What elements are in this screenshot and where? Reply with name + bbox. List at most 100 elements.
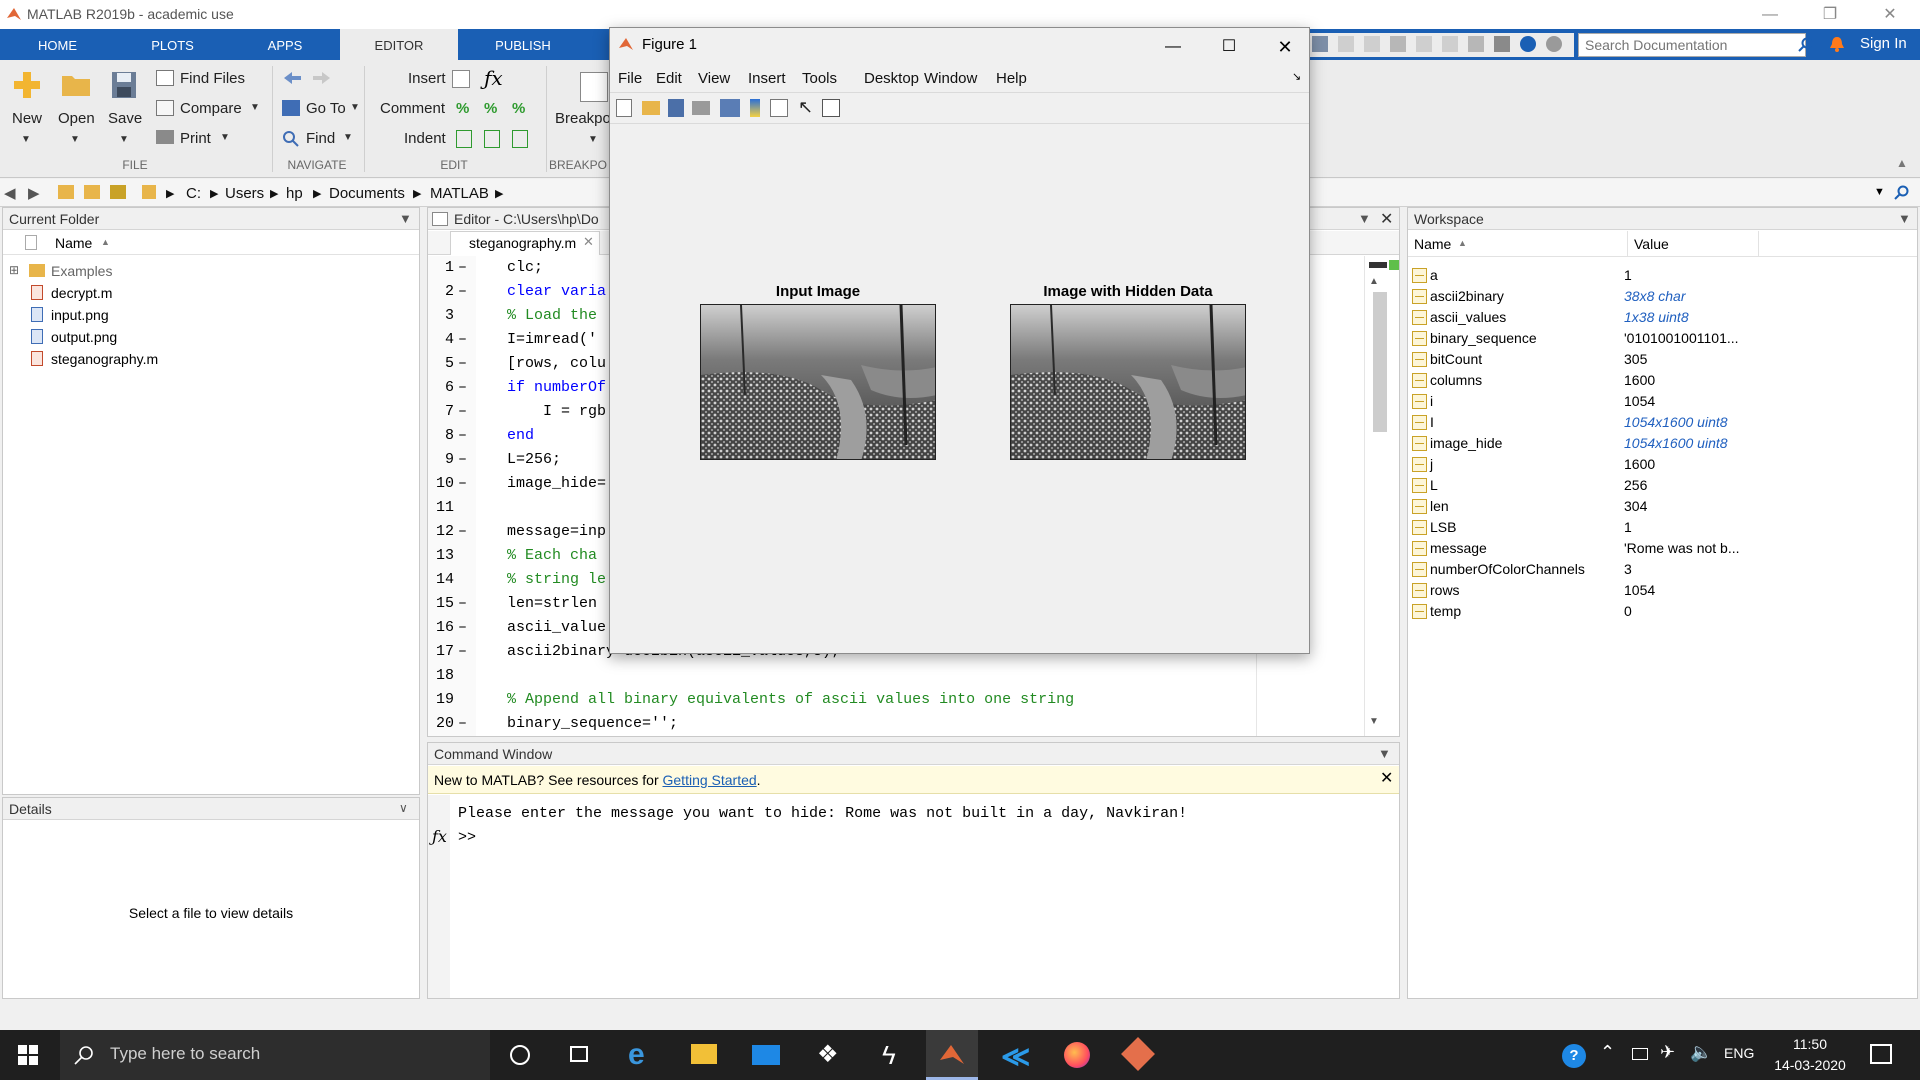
insert-legend-icon[interactable] (770, 99, 788, 117)
figure-menu-insert[interactable]: Insert (748, 70, 786, 87)
compare-dropdown-icon[interactable]: ▼ (250, 102, 260, 113)
uncomment-icon[interactable]: % (484, 100, 497, 117)
clock-date[interactable]: 14-03-2020 (1770, 1057, 1850, 1073)
workspace-value-header[interactable]: Value (1634, 236, 1669, 252)
print-dropdown-icon[interactable]: ▼ (220, 132, 230, 143)
windows-start-icon[interactable] (18, 1045, 38, 1065)
mail-icon[interactable] (740, 1030, 792, 1080)
input-image-plot[interactable] (700, 304, 936, 460)
workspace-variable-row[interactable]: image_hide 1054x1600 uint8 (1408, 433, 1917, 454)
breadcrumb-documents[interactable]: Documents (329, 185, 405, 202)
file-item-input[interactable]: input.png (3, 304, 109, 326)
breakpoint-marker[interactable]: – (458, 640, 467, 664)
link-plot-icon[interactable] (720, 99, 740, 117)
save-dropdown-icon[interactable]: ▼ (119, 134, 129, 145)
breakpoint-marker[interactable]: – (458, 472, 467, 496)
airplane-mode-icon[interactable]: ✈ (1660, 1042, 1675, 1063)
tab-close-icon[interactable]: ✕ (583, 234, 594, 250)
compare-button[interactable]: Compare (180, 100, 242, 117)
figure-menu-desktop[interactable]: Desktop (864, 70, 919, 87)
edit-plot-arrow-icon[interactable]: ↖ (798, 97, 813, 118)
search-icon[interactable] (1798, 37, 1814, 53)
workspace-name-header[interactable]: Name (1414, 236, 1451, 252)
vscode-icon[interactable]: ≪ (988, 1030, 1040, 1080)
editor-scrollbar[interactable]: ▲ ▼ (1364, 256, 1399, 736)
new-dropdown-icon[interactable]: ▼ (21, 134, 31, 145)
find-button[interactable]: Find (306, 130, 335, 147)
open-dropdown-icon[interactable]: ▼ (70, 134, 80, 145)
insert-colorbar-icon[interactable] (750, 99, 760, 117)
save-button[interactable]: Save (108, 110, 142, 127)
breadcrumb-drive[interactable]: C: (186, 185, 201, 202)
dropbox-icon[interactable]: ❖ (802, 1030, 854, 1080)
workspace-variable-row[interactable]: LSB 1 (1408, 517, 1917, 538)
file-item-steganography[interactable]: steganography.m (3, 348, 158, 370)
sign-in-link[interactable]: Sign In (1860, 35, 1907, 52)
language-indicator[interactable]: ENG (1724, 1045, 1754, 1061)
fx-insert-function-icon[interactable]: ƒx (484, 66, 503, 90)
paste-icon[interactable] (1390, 36, 1406, 52)
panel-menu-icon[interactable]: ▼ (399, 211, 412, 226)
find-dropdown-icon[interactable]: ▼ (343, 132, 353, 143)
breakpoint-marker[interactable]: – (458, 376, 467, 400)
edge-browser-icon[interactable]: e (616, 1030, 668, 1080)
scroll-thumb[interactable] (1373, 292, 1387, 432)
scroll-up-icon[interactable]: ▲ (1369, 276, 1379, 287)
dock-figure-icon[interactable]: ↘ (1292, 70, 1301, 83)
editor-close-icon[interactable]: ✕ (1380, 209, 1393, 229)
restore-icon[interactable]: ❐ (1800, 0, 1860, 29)
workspace-variable-row[interactable]: message 'Rome was not b... (1408, 538, 1917, 559)
file-explorer-icon[interactable] (678, 1030, 730, 1080)
comment-button[interactable]: Comment (380, 100, 445, 117)
workspace-variable-row[interactable]: bitCount 305 (1408, 349, 1917, 370)
breakpoint-marker[interactable]: – (458, 280, 467, 304)
breakpoint-marker[interactable]: – (458, 424, 467, 448)
breakpoint-marker[interactable]: – (458, 328, 467, 352)
file-item-decrypt[interactable]: decrypt.m (3, 282, 112, 304)
new-figure-icon[interactable] (616, 99, 632, 117)
wrap-comments-icon[interactable]: % (512, 100, 525, 117)
smart-indent-icon[interactable] (456, 130, 472, 148)
help-tray-icon[interactable]: ? (1562, 1044, 1586, 1068)
getting-started-link[interactable]: Getting Started (663, 772, 757, 788)
breakpoint-marker[interactable]: – (458, 520, 467, 544)
breadcrumb-matlab[interactable]: MATLAB (430, 185, 489, 202)
figure-menu-edit[interactable]: Edit (656, 70, 682, 87)
file-type-column-icon[interactable] (25, 235, 37, 250)
find-files-button[interactable]: Find Files (180, 70, 245, 87)
workspace-variable-row[interactable]: I 1054x1600 uint8 (1408, 412, 1917, 433)
workspace-variable-row[interactable]: ascii_values 1x38 uint8 (1408, 307, 1917, 328)
name-column-header[interactable]: Name (55, 235, 92, 251)
save-icon[interactable] (1312, 36, 1328, 52)
community-icon[interactable] (1546, 36, 1562, 52)
minimize-icon[interactable]: — (1740, 0, 1800, 29)
indent-button[interactable]: Indent (404, 130, 446, 147)
breakpoint-marker[interactable]: – (458, 400, 467, 424)
breakpoint-marker[interactable]: – (458, 448, 467, 472)
code-analyzer-status-icon[interactable] (1389, 260, 1399, 270)
cut-icon[interactable] (1338, 36, 1354, 52)
breakpoints-button[interactable]: Breakpo (555, 110, 611, 127)
workspace-variable-row[interactable]: a1 (1408, 265, 1917, 286)
tab-editor[interactable]: EDITOR (340, 29, 458, 60)
folder-search-icon[interactable] (1894, 185, 1910, 201)
figure-menu-tools[interactable]: Tools (802, 70, 837, 87)
undo-icon[interactable] (1416, 36, 1432, 52)
battery-icon[interactable] (1632, 1048, 1648, 1060)
save-figure-icon[interactable] (668, 99, 684, 117)
notification-bell-icon[interactable] (1828, 35, 1846, 53)
decrease-indent-icon[interactable] (512, 130, 528, 148)
action-center-icon[interactable] (1870, 1044, 1892, 1064)
breakpoint-marker[interactable]: – (458, 592, 467, 616)
open-button[interactable]: Open (58, 110, 95, 127)
workspace-variable-row[interactable]: numberOfColorChannels 3 (1408, 559, 1917, 580)
open-folder-browser-icon[interactable] (110, 185, 126, 199)
workspace-variable-row[interactable]: temp 0 (1408, 601, 1917, 622)
firefox-icon[interactable] (1050, 1030, 1102, 1080)
increase-indent-icon[interactable] (484, 130, 500, 148)
figure-maximize-icon[interactable]: ☐ (1206, 30, 1252, 64)
code-line[interactable]: 18 (428, 664, 1248, 688)
hidden-data-image-plot[interactable] (1010, 304, 1246, 460)
figure-menu-file[interactable]: File (618, 70, 642, 87)
tab-steganography[interactable]: steganography.m ✕ (450, 231, 600, 255)
